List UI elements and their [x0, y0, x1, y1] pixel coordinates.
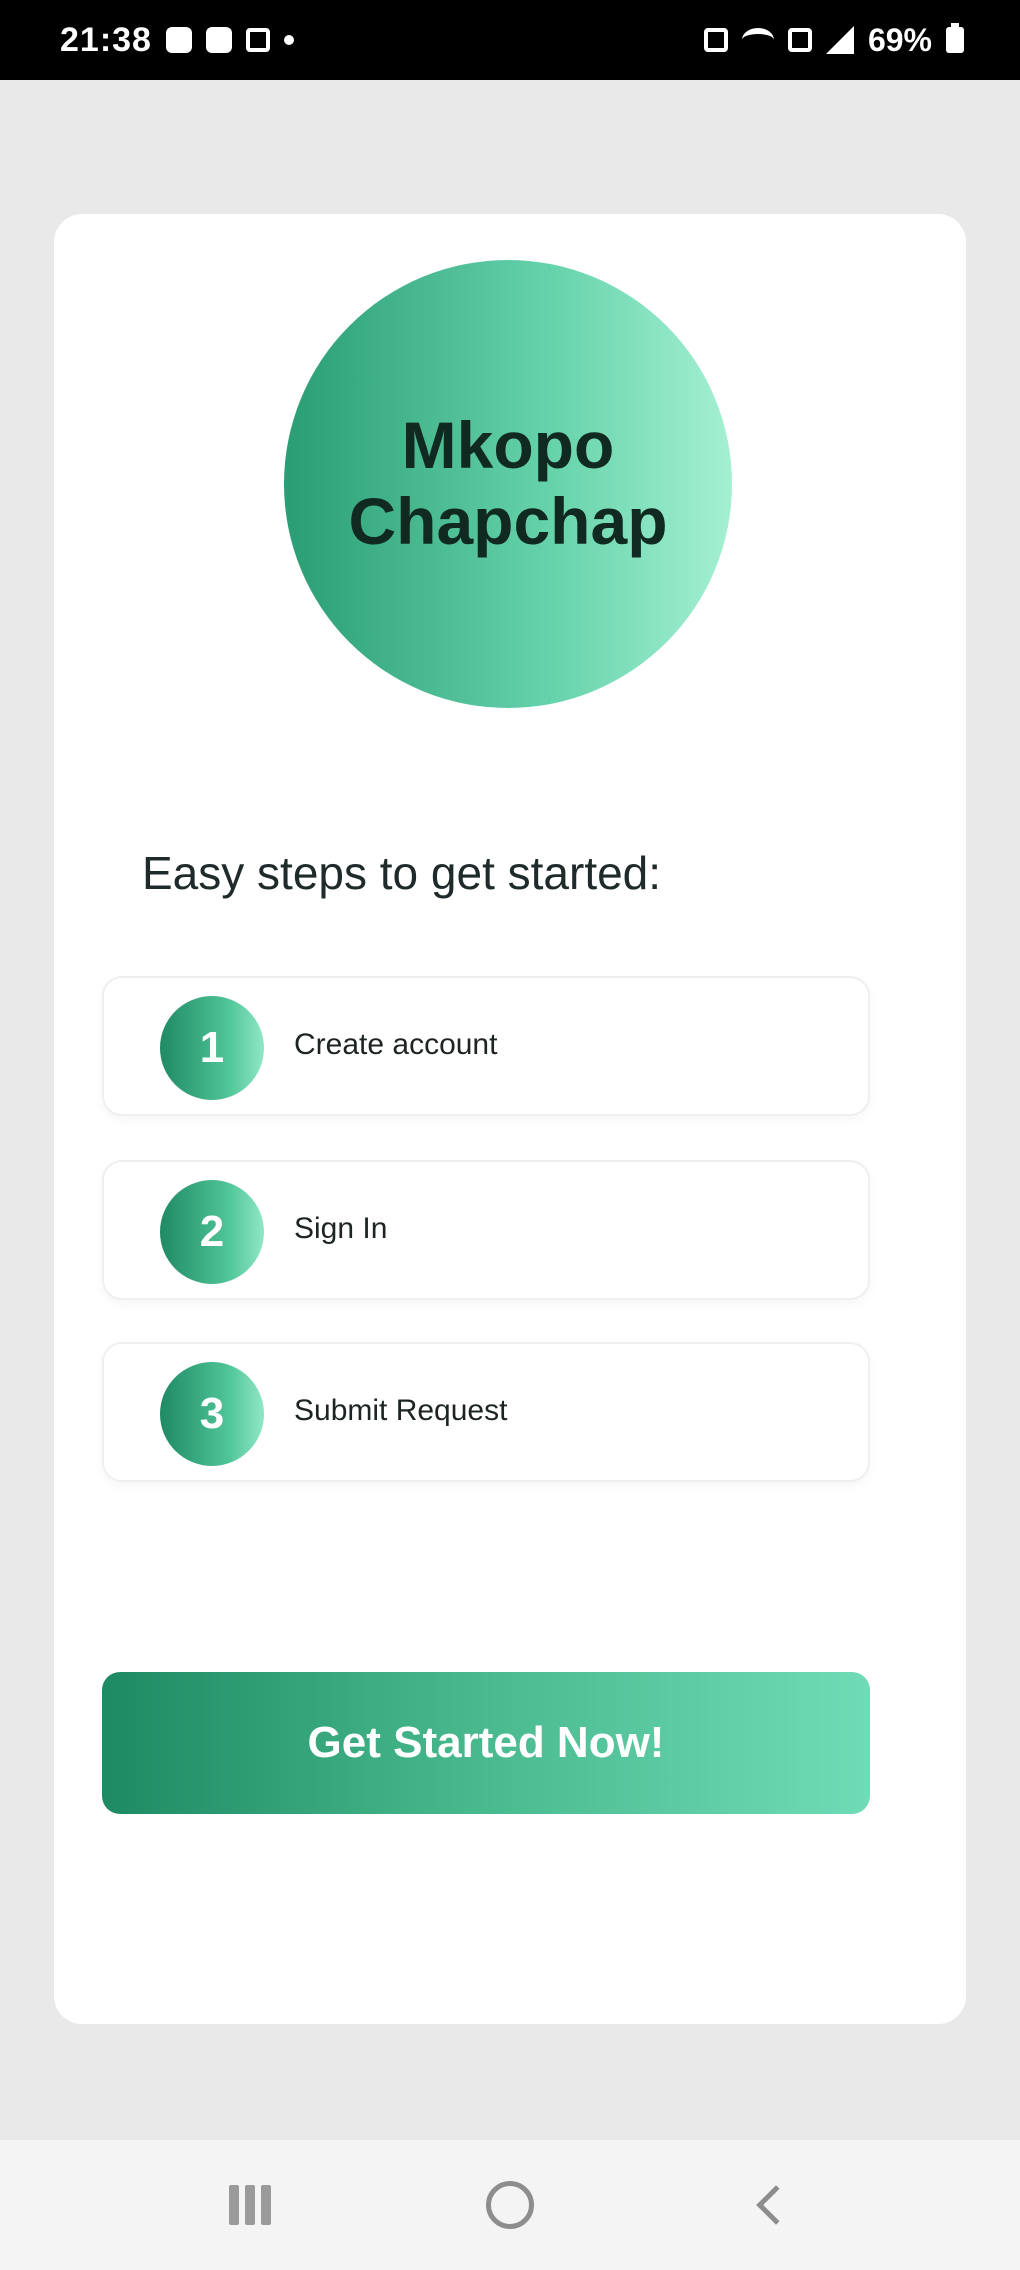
step-number-badge: 1 [160, 996, 264, 1100]
app-logo-line-2: Chapchap [348, 484, 668, 558]
step-label: Submit Request [294, 1394, 508, 1427]
status-left: 21:38 [60, 21, 294, 60]
status-time: 21:38 [60, 20, 152, 59]
step-item-sign-in: 2 Sign In [102, 1160, 870, 1300]
status-bar: 21:38 69% [0, 0, 1020, 80]
signal-icon [825, 26, 854, 54]
battery-percent: 69% [867, 21, 932, 58]
message-icon [245, 28, 270, 52]
step-number-badge: 2 [160, 1180, 264, 1284]
recents-button[interactable] [205, 2160, 295, 2250]
step-label: Sign In [294, 1212, 388, 1245]
step-item-create-account: 1 Create account [102, 976, 870, 1116]
steps-heading: Easy steps to get started: [142, 847, 662, 899]
alarm-icon [703, 28, 728, 52]
recents-icon [229, 2185, 271, 2225]
step-item-submit-request: 3 Submit Request [102, 1342, 870, 1482]
whatsapp-icon [205, 27, 232, 53]
step-number-badge: 3 [160, 1362, 264, 1466]
onboarding-card: Mkopo Chapchap Easy steps to get started… [54, 214, 966, 2024]
app-logo-line-1: Mkopo [401, 408, 615, 483]
wifi-icon [741, 28, 774, 52]
home-icon [486, 2181, 534, 2229]
app-logo: Mkopo Chapchap [284, 260, 732, 708]
status-right: 69% [703, 21, 964, 59]
battery-icon [946, 23, 964, 53]
data-icon [787, 28, 812, 52]
notification-icon [165, 27, 192, 53]
back-icon [756, 2185, 796, 2225]
get-started-button[interactable]: Get Started Now! [102, 1672, 870, 1814]
more-notifications-dot-icon [283, 35, 294, 45]
back-button[interactable] [725, 2160, 815, 2250]
step-label: Create account [294, 1028, 498, 1061]
app-logo-text: Mkopo Chapchap [308, 408, 708, 560]
home-button[interactable] [465, 2160, 555, 2250]
system-navigation-bar [0, 2140, 1020, 2270]
